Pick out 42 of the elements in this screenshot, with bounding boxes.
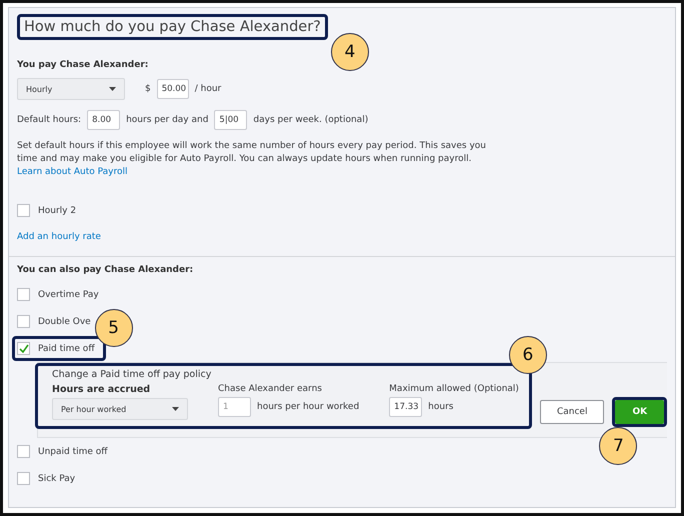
checkbox[interactable] [17, 472, 30, 485]
field-label: days per week. (optional) [253, 115, 368, 125]
section-heading: You pay Chase Alexander: [17, 60, 150, 70]
cancel-button[interactable]: Cancel [540, 400, 604, 424]
step-callout: 7 [599, 427, 638, 465]
step-callout: 4 [330, 33, 369, 71]
checkbox-label: Paid time off [38, 344, 95, 354]
unit-label: hours [428, 402, 454, 412]
days-input[interactable]: 5|00 [214, 110, 248, 130]
checkbox[interactable] [17, 445, 30, 458]
help-link[interactable]: Learn about Auto Payroll [17, 167, 128, 177]
checkbox[interactable] [17, 342, 30, 355]
page-title: How much do you pay Chase Alexander? [24, 19, 321, 35]
unit-label: / hour [194, 84, 222, 94]
step-callout: 6 [508, 336, 547, 374]
checkbox-label: Sick Pay [38, 474, 76, 484]
checkbox[interactable] [17, 288, 30, 301]
checkbox[interactable] [17, 315, 30, 328]
field-label: hours per day and [126, 115, 208, 125]
dropdown[interactable]: Per hour worked [52, 398, 188, 420]
unit-label: hours per hour worked [257, 402, 360, 412]
field-label: Maximum allowed (Optional) [389, 384, 519, 394]
section-heading: You can also pay Chase Alexander: [17, 265, 194, 275]
help-text: Set default hours if this employee will work the same number of hours every pay period. This saves you time and may make you eligible for Auto Payroll. You can always update hours when running payroll. Learn about Auto Payroll [17, 140, 487, 179]
max-input[interactable]: 17.33 [389, 397, 422, 417]
hours-input[interactable]: 8.00 [87, 110, 120, 130]
caret-icon [172, 407, 179, 411]
checkbox[interactable] [17, 204, 30, 217]
checkbox-label: Overtime Pay [38, 290, 99, 300]
add-rate-link[interactable]: Add an hourly rate [17, 232, 667, 242]
field-label: Hours are accrued [52, 384, 152, 395]
policy-title: Change a Paid time off pay policy [52, 369, 212, 380]
rate-input[interactable]: 50.00 [156, 79, 189, 99]
currency-label: $ [145, 84, 151, 94]
caret-icon [109, 87, 116, 91]
dropdown[interactable]: Hourly [17, 78, 125, 100]
checkbox-label: Double Ove [38, 316, 91, 326]
field-label: Default hours: [17, 115, 82, 125]
checkbox-label: Unpaid time off [38, 446, 108, 456]
checkbox-label: Hourly 2 [38, 206, 76, 216]
step-callout: 5 [94, 309, 133, 347]
field-label: Chase Alexander earns [218, 384, 323, 394]
